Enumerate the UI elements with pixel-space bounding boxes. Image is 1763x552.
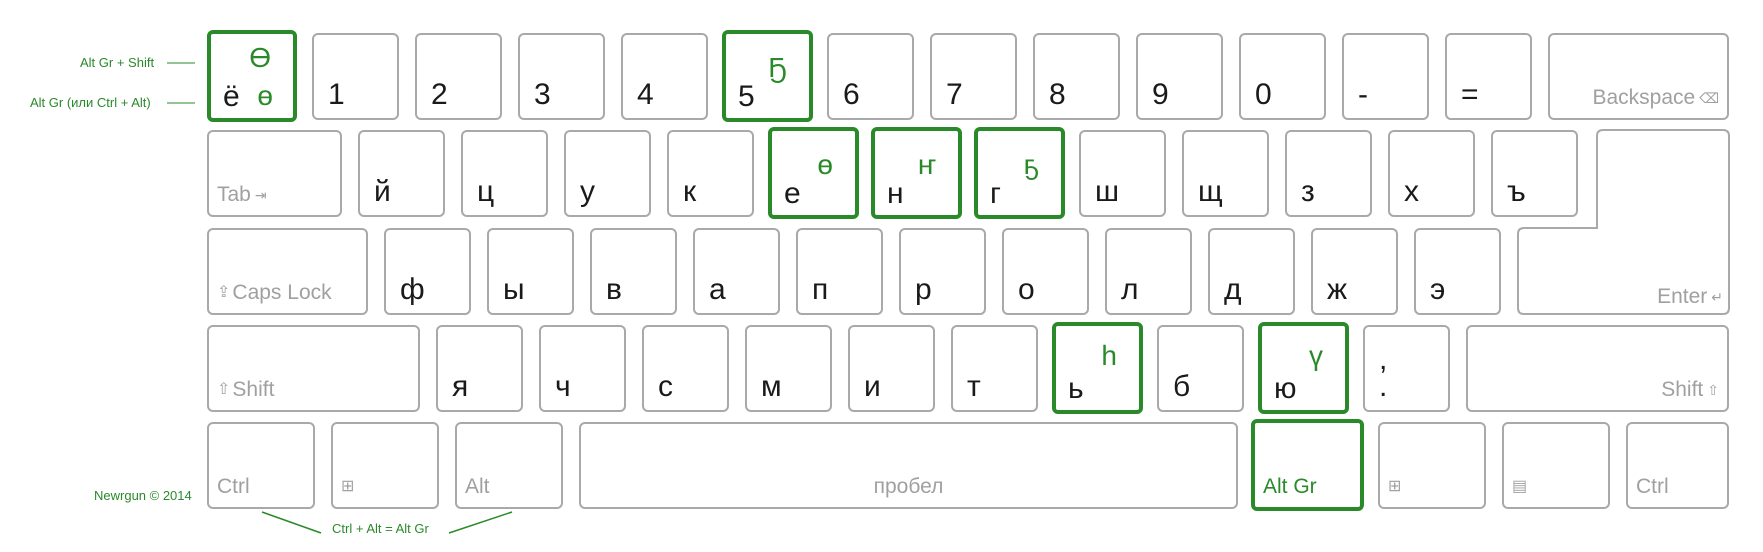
key-altgr[interactable]: Alt Gr: [1251, 419, 1364, 511]
key-yi-label: ы: [503, 273, 525, 306]
key-ctrl-right-label: Ctrl: [1636, 475, 1669, 498]
key-o[interactable]: о: [1002, 228, 1089, 315]
key-win-right[interactable]: ⊞: [1378, 422, 1486, 509]
key-t-label: т: [967, 370, 981, 403]
key-i[interactable]: и: [848, 325, 935, 412]
key-ctrl-left[interactable]: Ctrl: [207, 422, 315, 509]
key-b-label: б: [1173, 370, 1191, 403]
key-altgr-label: Alt Gr: [1263, 475, 1317, 498]
key-r[interactable]: р: [899, 228, 986, 315]
menu-icon: ▤: [1512, 478, 1528, 495]
key-d-label: д: [1224, 273, 1242, 306]
caps-lock-arrow-icon: ⇪: [217, 284, 231, 302]
key-zh-label: ж: [1327, 273, 1348, 306]
key-shift-right-label: Shift ⇧: [1661, 378, 1719, 401]
key-shift-left-label: ⇧Shift: [217, 378, 275, 401]
key-t[interactable]: т: [951, 325, 1038, 412]
key-l-label: л: [1121, 273, 1139, 306]
key-s[interactable]: с: [642, 325, 729, 412]
key-menu[interactable]: ▤: [1502, 422, 1610, 509]
key-i-label: и: [864, 370, 881, 403]
key-space[interactable]: пробел: [579, 422, 1238, 509]
key-period-label: .: [1379, 370, 1388, 403]
key-alt-left-label: Alt: [465, 475, 490, 498]
key-d[interactable]: д: [1208, 228, 1295, 315]
key-a[interactable]: а: [693, 228, 780, 315]
key-v[interactable]: в: [590, 228, 677, 315]
key-o-label: о: [1018, 273, 1035, 306]
key-period[interactable]: , .: [1363, 325, 1450, 412]
key-ctrl-left-label: Ctrl: [217, 475, 250, 498]
windows-icon: ⊞: [1388, 478, 1402, 495]
key-f[interactable]: ф: [384, 228, 471, 315]
key-yu-alt: ү: [1309, 340, 1323, 371]
key-soft-sign-alt: һ: [1101, 340, 1117, 371]
key-ch-label: ч: [555, 370, 571, 403]
key-yi[interactable]: ы: [487, 228, 574, 315]
key-b[interactable]: б: [1157, 325, 1244, 412]
key-ya[interactable]: я: [436, 325, 523, 412]
windows-icon: ⊞: [341, 478, 355, 495]
key-ee[interactable]: э: [1414, 228, 1501, 315]
enter-icon: ↵: [1711, 289, 1723, 306]
key-p[interactable]: п: [796, 228, 883, 315]
shift-arrow-icon: ⇧: [1707, 382, 1719, 399]
key-shift-right[interactable]: Shift ⇧: [1466, 325, 1729, 412]
key-soft-sign-label: ь: [1068, 372, 1084, 405]
key-r-label: р: [915, 273, 932, 306]
key-win-left[interactable]: ⊞: [331, 422, 439, 509]
key-s-label: с: [658, 370, 673, 403]
key-m-label: м: [761, 370, 782, 403]
key-ee-label: э: [1430, 273, 1446, 306]
key-ctrl-right[interactable]: Ctrl: [1626, 422, 1729, 509]
key-soft-sign[interactable]: һ ь: [1052, 322, 1143, 414]
key-ch[interactable]: ч: [539, 325, 626, 412]
key-p-label: п: [812, 273, 829, 306]
key-v-label: в: [606, 273, 622, 306]
key-l[interactable]: л: [1105, 228, 1192, 315]
key-yu[interactable]: ү ю: [1258, 322, 1349, 414]
shift-arrow-icon: ⇧: [217, 381, 231, 399]
key-caps-lock-label: ⇪Caps Lock: [217, 281, 332, 304]
key-space-label: пробел: [873, 475, 944, 498]
key-enter-label: Enter ↵: [1657, 285, 1723, 308]
key-f-label: ф: [400, 273, 425, 306]
key-shift-left[interactable]: ⇧Shift: [207, 325, 420, 412]
key-m[interactable]: м: [745, 325, 832, 412]
key-alt-left[interactable]: Alt: [455, 422, 563, 509]
key-yu-label: ю: [1274, 372, 1297, 405]
key-caps-lock[interactable]: ⇪Caps Lock: [207, 228, 368, 315]
key-ya-label: я: [452, 370, 469, 403]
key-zh[interactable]: ж: [1311, 228, 1398, 315]
key-a-label: а: [709, 273, 726, 306]
